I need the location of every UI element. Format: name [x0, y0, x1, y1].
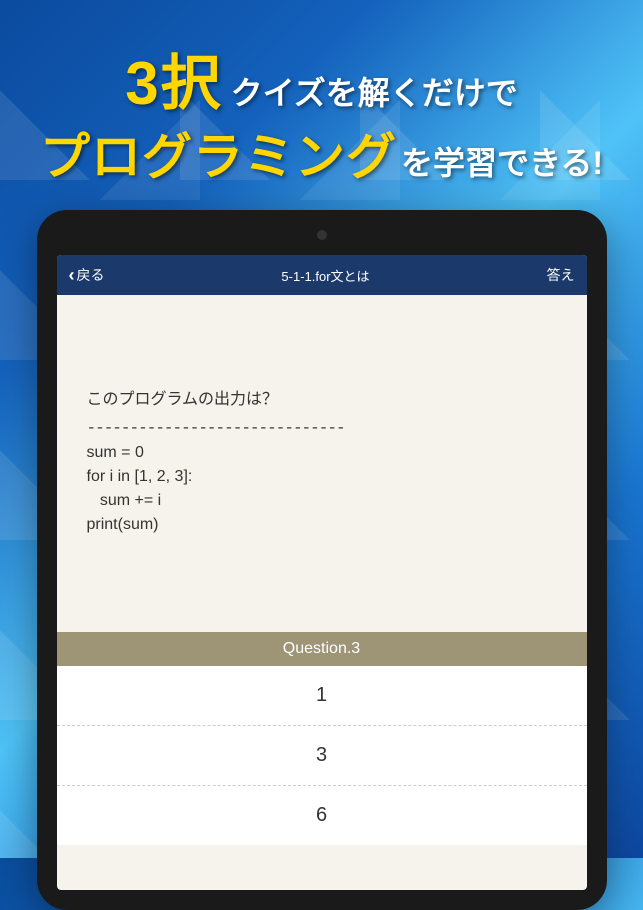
headline-line-1: 3択 クイズを解くだけで — [0, 35, 643, 122]
code-divider: ------------------------------ — [87, 419, 557, 437]
question-prompt: このプログラムの出力は？ — [87, 385, 557, 409]
highlight-text-2: プログラミング — [40, 117, 397, 189]
headline-text-2: を学習できる! — [401, 138, 603, 184]
answer-button[interactable]: 答え — [546, 265, 574, 285]
tablet-camera-icon — [317, 230, 327, 240]
question-panel: このプログラムの出力は？ ---------------------------… — [57, 295, 587, 577]
code-block: sum = 0 for i in [1, 2, 3]: sum += i pri… — [87, 441, 557, 537]
question-number-bar: Question.3 — [57, 632, 587, 666]
app-screen: ‹ 戻る 5-1-1.for文とは 答え このプログラムの出力は？ ------… — [57, 255, 587, 890]
promo-headline: 3択 クイズを解くだけで プログラミング を学習できる! — [0, 35, 643, 189]
highlight-text-1: 3択 — [125, 35, 222, 122]
back-button[interactable]: ‹ 戻る — [69, 265, 105, 286]
answer-option-1[interactable]: 1 — [57, 666, 587, 726]
headline-line-2: プログラミング を学習できる! — [0, 117, 643, 189]
chevron-left-icon: ‹ — [69, 265, 75, 286]
headline-text-1: クイズを解くだけで — [231, 68, 518, 114]
tablet-device-frame: ‹ 戻る 5-1-1.for文とは 答え このプログラムの出力は？ ------… — [37, 210, 607, 910]
navigation-bar: ‹ 戻る 5-1-1.for文とは 答え — [57, 255, 587, 295]
page-title: 5-1-1.for文とは — [281, 266, 369, 285]
answer-option-3[interactable]: 6 — [57, 786, 587, 845]
answer-option-2[interactable]: 3 — [57, 726, 587, 786]
answer-options-list: 1 3 6 — [57, 666, 587, 845]
back-label: 戻る — [77, 265, 105, 285]
